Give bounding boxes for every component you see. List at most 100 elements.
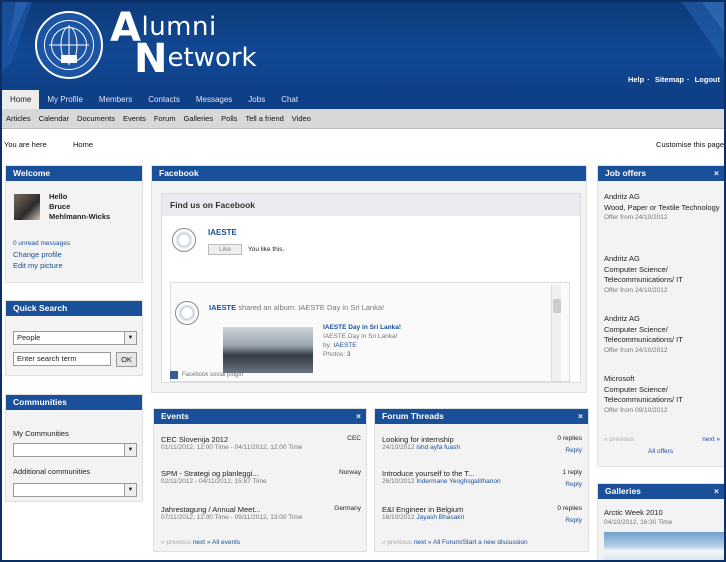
thread-reply-link[interactable]: Reply xyxy=(565,481,582,488)
thread-reply-link[interactable]: Reply xyxy=(565,447,582,454)
like-button[interactable]: Like xyxy=(208,244,242,255)
job-offer-item[interactable]: Andritz AG Computer Science/ Telecommuni… xyxy=(604,314,724,356)
all-events-link[interactable]: All events xyxy=(212,539,240,546)
subnav-galleries[interactable]: Galleries xyxy=(180,109,218,129)
find-us-on-facebook[interactable]: Find us on Facebook xyxy=(162,194,580,216)
event-row[interactable]: CEC Slovenija 2012 CEC 01/11/2012, 12:00… xyxy=(161,435,361,451)
forum-thread-row[interactable]: Introduce yourself to the T... 1 reply 2… xyxy=(382,469,582,488)
events-prev[interactable]: « previous xyxy=(161,539,191,546)
iaeste-logo-icon[interactable] xyxy=(172,228,196,252)
additional-communities-select[interactable]: ▼ xyxy=(13,483,137,497)
subnav-calendar[interactable]: Calendar xyxy=(35,109,73,129)
thread-author[interactable]: Indermane Yeoghsgalithanon xyxy=(416,478,500,485)
facebook-icon xyxy=(170,371,178,379)
subnav-video[interactable]: Video xyxy=(288,109,315,129)
forum-next[interactable]: next » xyxy=(414,539,432,546)
nav-chat[interactable]: Chat xyxy=(273,90,306,109)
main-nav: Home My Profile Members Contacts Message… xyxy=(2,90,724,109)
close-icon[interactable]: × xyxy=(714,484,719,499)
events-pagination: « previous next » All events xyxy=(161,539,240,546)
nav-home[interactable]: Home xyxy=(2,90,40,109)
user-first-name: Bruce xyxy=(49,202,71,211)
event-place: CEC xyxy=(347,435,361,442)
subnav-forum[interactable]: Forum xyxy=(150,109,180,129)
jobs-prev[interactable]: « previous xyxy=(604,436,634,443)
facebook-scrollbar[interactable] xyxy=(551,285,561,381)
search-input[interactable]: Enter search term xyxy=(13,352,111,366)
title-initial-n: N xyxy=(134,36,168,82)
job-offer-item[interactable]: Andritz AG Computer Science/ Telecommuni… xyxy=(604,254,724,296)
title-line2: etwork xyxy=(167,43,257,73)
quick-search-header: Quick Search xyxy=(6,301,142,316)
events-next[interactable]: next » xyxy=(193,539,211,546)
nav-members[interactable]: Members xyxy=(91,90,140,109)
event-row[interactable]: SPM - Strategi og planleggi... Norway 02… xyxy=(161,469,361,485)
search-type-select[interactable]: People ▼ xyxy=(13,331,137,345)
subnav-documents[interactable]: Documents xyxy=(73,109,119,129)
change-profile-link[interactable]: Change profile xyxy=(13,249,70,260)
thread-author[interactable]: ishd ayfa fuash xyxy=(416,444,460,451)
job-offers-header: Job offers × xyxy=(598,166,724,181)
facebook-page-name[interactable]: IAESTE xyxy=(208,228,237,237)
forum-prev[interactable]: « previous xyxy=(382,539,412,546)
job-offer-item[interactable]: Microsoft Computer Science/ Telecommunic… xyxy=(604,374,724,416)
edit-picture-link[interactable]: Edit my picture xyxy=(13,260,70,271)
logo-seal[interactable] xyxy=(35,11,103,79)
album-details: IAESTE Day in Sri Lanka! IAESTE Day in S… xyxy=(323,323,401,359)
event-place: Germany xyxy=(334,505,361,512)
all-offers-link[interactable]: All offers xyxy=(648,448,673,455)
album-by: by: IAESTE xyxy=(323,342,357,349)
nav-jobs[interactable]: Jobs xyxy=(240,90,273,109)
logout-link[interactable]: Logout xyxy=(695,75,720,84)
forum-thread-row[interactable]: Looking for internship 0 replies 24/10/2… xyxy=(382,435,582,454)
sitemap-link[interactable]: Sitemap xyxy=(655,75,684,84)
job-company: Microsoft xyxy=(604,374,635,383)
close-icon[interactable]: × xyxy=(356,409,361,424)
help-link[interactable]: Help xyxy=(628,75,644,84)
avatar[interactable] xyxy=(14,194,40,220)
job-offers-box: Job offers × Andritz AG Wood, Paper or Te… xyxy=(597,165,724,467)
subnav-articles[interactable]: Articles xyxy=(2,109,35,129)
sub-nav: Articles Calendar Documents Events Forum… xyxy=(2,109,724,129)
job-field: Computer Science/ Telecommunications/ IT xyxy=(604,384,683,405)
chevron-down-icon: ▼ xyxy=(124,484,136,496)
facebook-header: Facebook xyxy=(152,166,586,181)
subnav-tell-a-friend[interactable]: Tell a friend xyxy=(241,109,287,129)
job-offer-item[interactable]: Andritz AG Wood, Paper or Textile Techno… xyxy=(604,192,724,224)
thread-author[interactable]: Jayash Bhasakri xyxy=(416,514,464,521)
event-date: 01/11/2012, 12:00 Time - 04/11/2012, 12:… xyxy=(161,444,303,451)
close-icon[interactable]: × xyxy=(578,409,583,424)
subnav-polls[interactable]: Polls xyxy=(217,109,241,129)
iaeste-post-logo-icon[interactable] xyxy=(175,301,199,325)
unread-messages-link[interactable]: 0 unread messages xyxy=(13,238,70,249)
nav-contacts[interactable]: Contacts xyxy=(140,90,188,109)
event-row[interactable]: Jahrestagung / Annual Meet... Germany 07… xyxy=(161,505,361,521)
thread-reply-link[interactable]: Reply xyxy=(565,517,582,524)
thread-replies: 0 replies xyxy=(557,435,582,442)
my-communities-label: My Communities xyxy=(13,429,69,438)
thread-replies: 1 reply xyxy=(562,469,582,476)
close-icon[interactable]: × xyxy=(714,166,719,181)
subnav-events[interactable]: Events xyxy=(119,109,150,129)
gallery-thumbnail[interactable] xyxy=(604,532,724,560)
jobs-next[interactable]: next » xyxy=(702,436,720,443)
job-field: Wood, Paper or Textile Technology xyxy=(604,202,720,212)
album-photos: Photos: 3 xyxy=(323,351,351,358)
customise-page-link[interactable]: Customise this page xyxy=(656,140,724,149)
nav-messages[interactable]: Messages xyxy=(188,90,240,109)
welcome-links: 0 unread messages Change profile Edit my… xyxy=(13,238,70,271)
facebook-post: IAESTE shared an album: IAESTE Day in Sr… xyxy=(170,282,570,382)
galleries-header: Galleries × xyxy=(598,484,724,499)
welcome-header: Welcome xyxy=(6,166,142,181)
job-offer-date: Offer from 09/10/2012 xyxy=(604,406,668,414)
post-author[interactable]: IAESTE xyxy=(209,303,236,312)
search-ok-button[interactable]: OK xyxy=(116,352,137,367)
nav-my-profile[interactable]: My Profile xyxy=(39,90,91,109)
album-photo[interactable] xyxy=(223,327,313,373)
breadcrumb-home[interactable]: Home xyxy=(73,140,93,149)
my-communities-select[interactable]: ▼ xyxy=(13,443,137,457)
album-title[interactable]: IAESTE Day in Sri Lanka! xyxy=(323,323,401,332)
all-forum-link[interactable]: All Forum/Start a new discussion xyxy=(433,539,528,546)
forum-thread-row[interactable]: E&I Engineer in Belgium 0 replies 16/10/… xyxy=(382,505,582,524)
gallery-name[interactable]: Arctic Week 2010 xyxy=(604,508,663,517)
